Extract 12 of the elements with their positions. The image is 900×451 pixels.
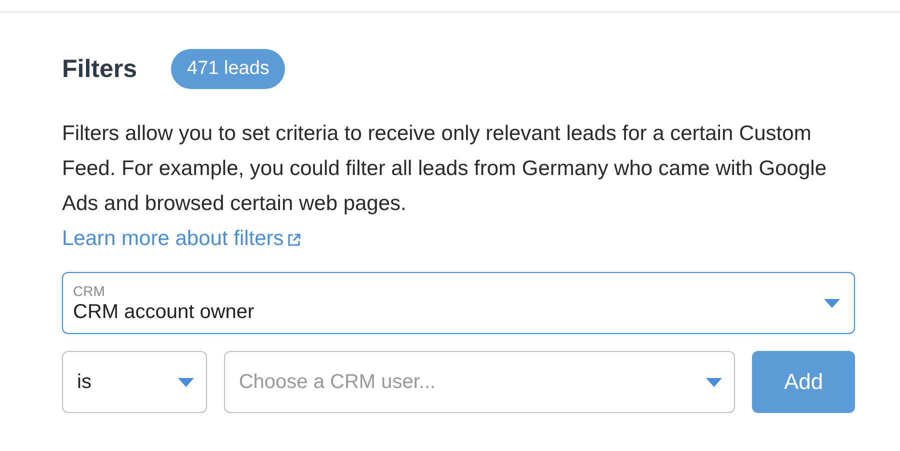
caret-icon [824,298,840,308]
operator-select[interactable]: is [62,351,207,413]
add-button[interactable]: Add [752,351,855,413]
caret-icon [706,378,722,386]
external-link-icon [286,232,301,246]
description-text: Filters allow you to set criteria to receive only relevant leads for a certain Custom Feed. For example, you could filter all leads from Germany who came with Google Ads and browsed certain web pages. [62,121,828,217]
caret-icon [178,378,194,386]
leads-count-badge: 471 leads [171,49,286,89]
learn-more-link[interactable]: Learn more about filters [62,221,301,256]
crm-field-select[interactable]: CRM CRM account owner [62,272,855,334]
crm-user-select[interactable]: Choose a CRM user... [224,351,736,413]
section-title: Filters [62,54,138,84]
